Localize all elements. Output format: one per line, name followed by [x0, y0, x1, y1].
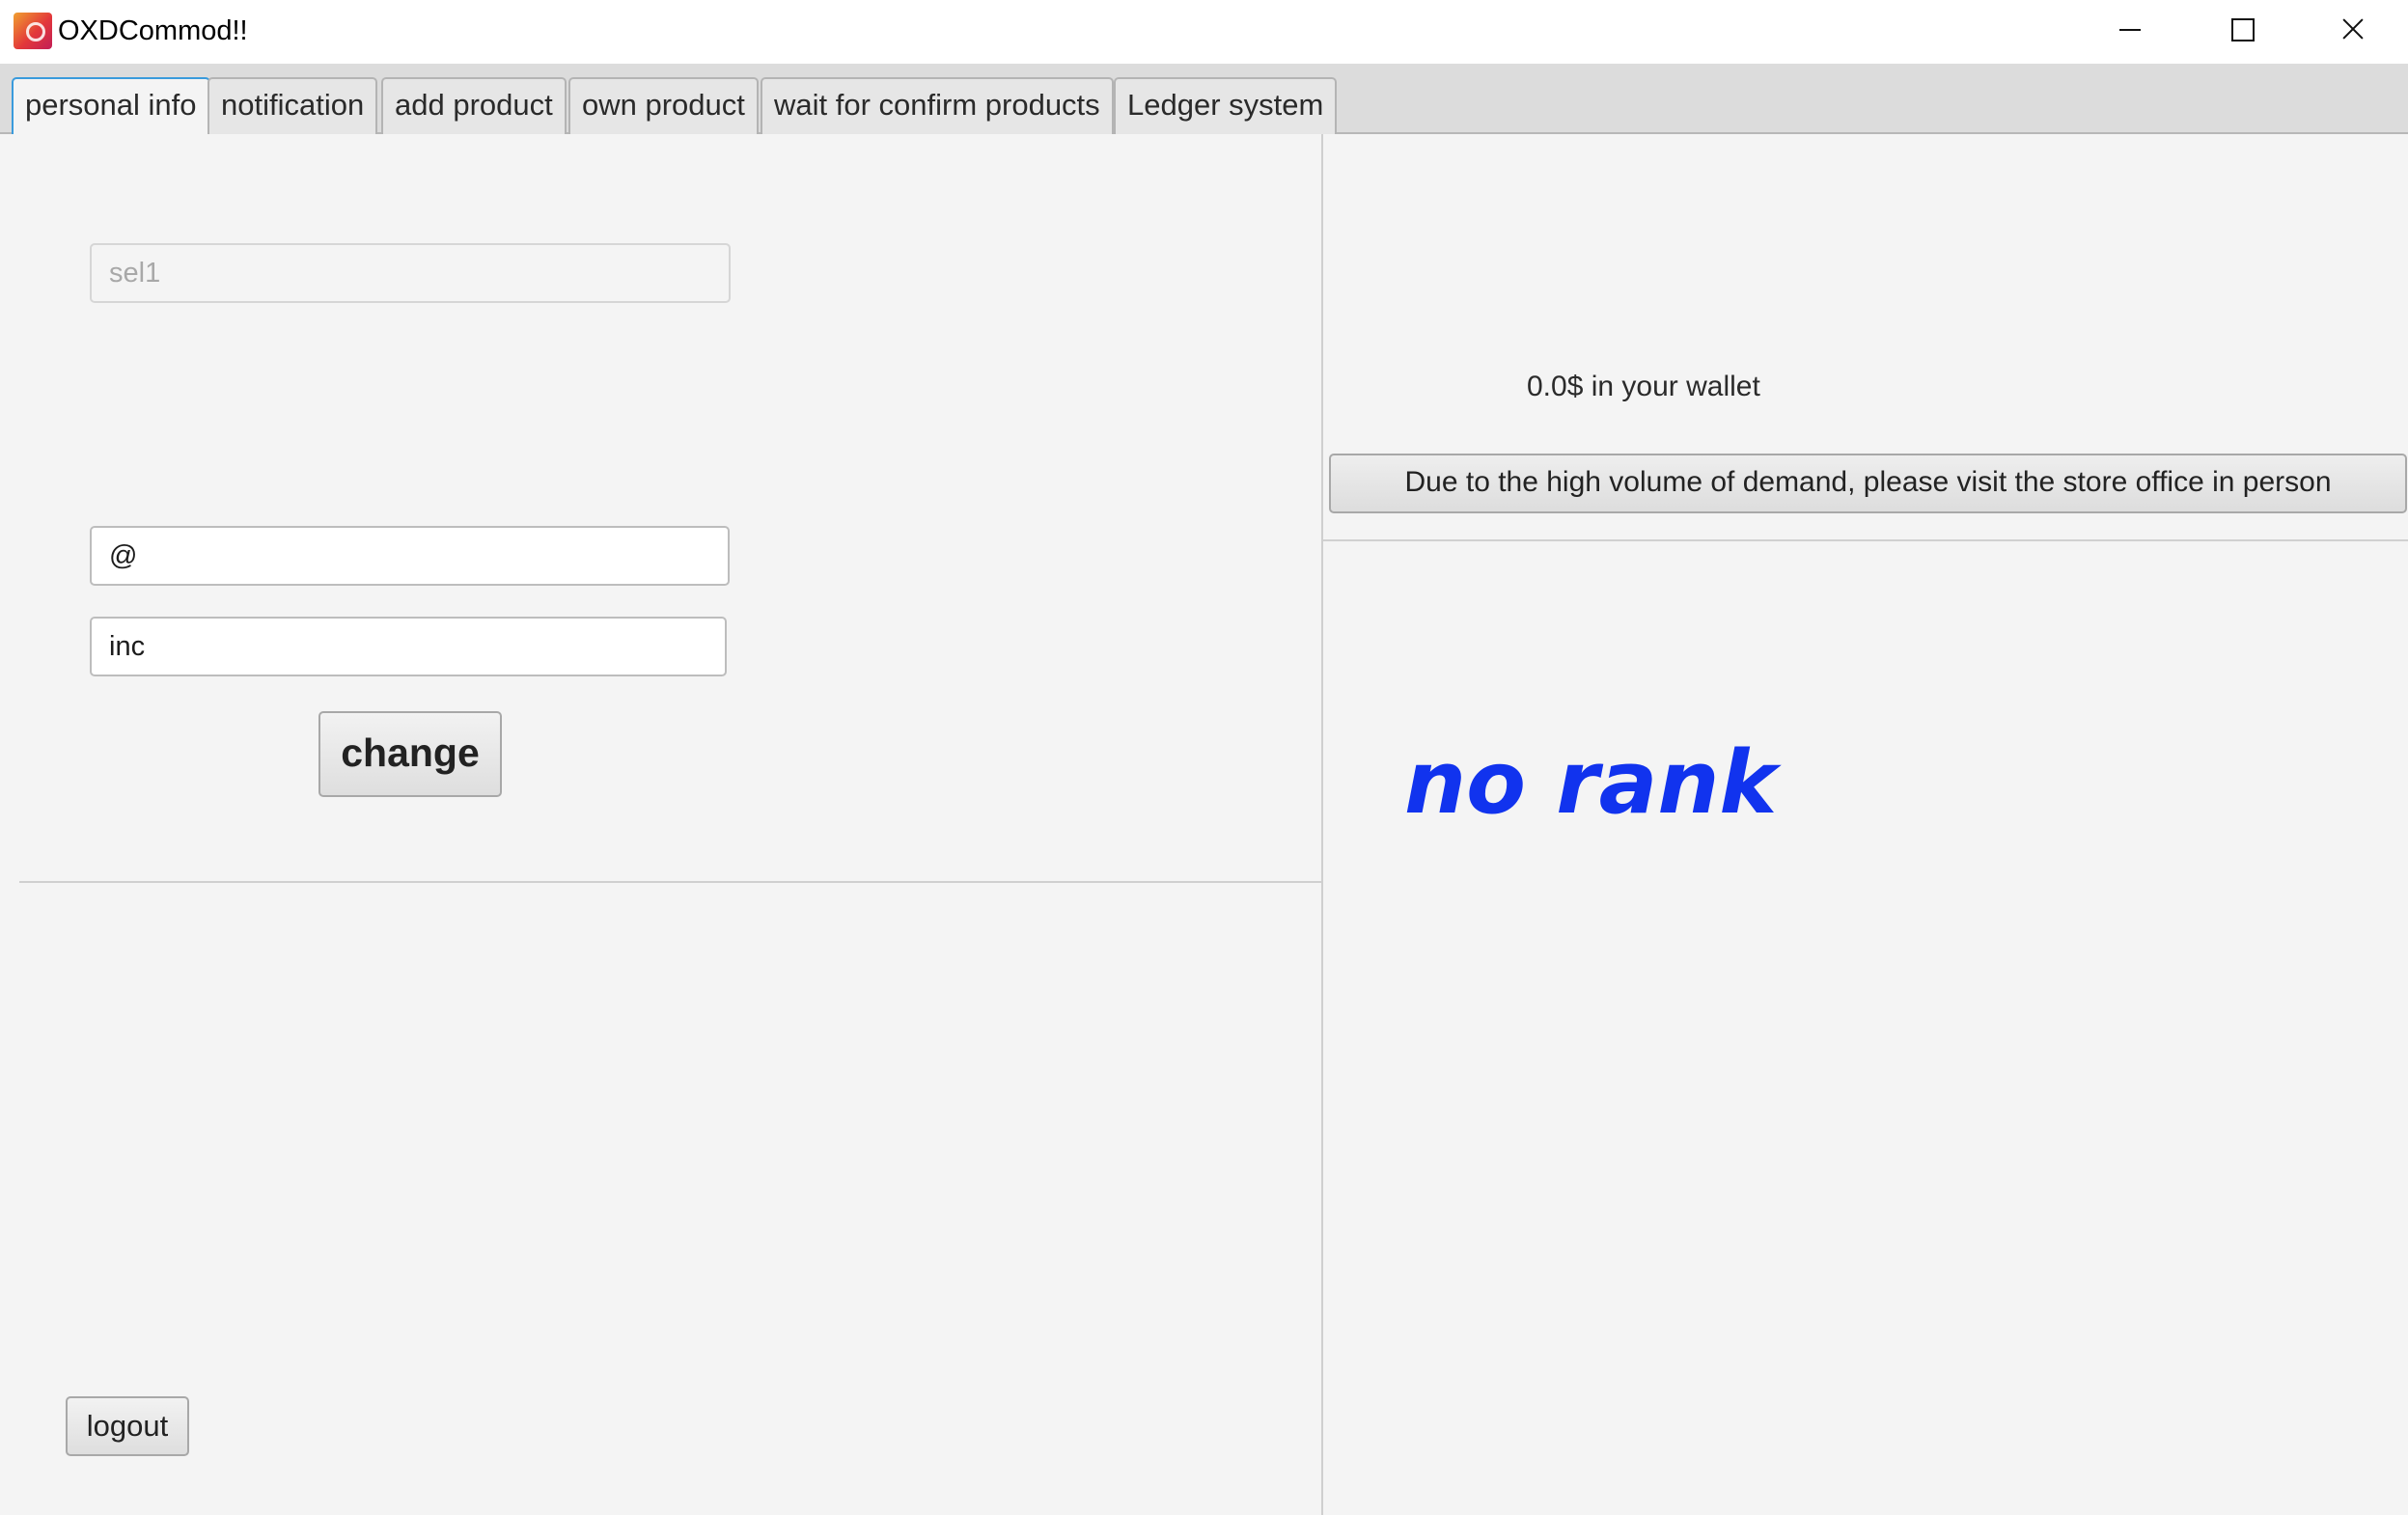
- title-bar: OXDCommod!!: [0, 0, 2408, 64]
- username-field: [90, 243, 731, 303]
- tab-own-product[interactable]: own product: [568, 77, 759, 134]
- wallet-balance: 0.0$ in your wallet: [1527, 371, 1760, 402]
- tab-content-personal-info: change logout 0.0$ in your wallet Due to…: [0, 134, 2408, 1515]
- right-horizontal-divider: [1323, 539, 2408, 541]
- minimize-icon[interactable]: [2073, 0, 2185, 60]
- app-icon: [14, 13, 52, 49]
- vertical-divider: [1321, 134, 1323, 1515]
- tab-bar: personal info notification add product o…: [0, 64, 2408, 136]
- tab-ledger-system[interactable]: Ledger system: [1114, 77, 1338, 134]
- tab-add-product[interactable]: add product: [381, 77, 567, 134]
- email-field[interactable]: [90, 526, 730, 586]
- close-icon[interactable]: [2297, 0, 2408, 60]
- left-horizontal-divider: [19, 881, 1321, 883]
- tab-wait-for-confirm-products[interactable]: wait for confirm products: [761, 77, 1114, 134]
- rank-label: no rank: [1404, 732, 1778, 834]
- store-notice-button[interactable]: Due to the high volume of demand, please…: [1329, 454, 2407, 513]
- tab-notification[interactable]: notification: [208, 77, 378, 134]
- maximize-icon[interactable]: [2185, 0, 2297, 60]
- company-field[interactable]: [90, 617, 727, 676]
- window-title: OXDCommod!!: [58, 15, 248, 46]
- change-button[interactable]: change: [318, 711, 502, 797]
- logout-button[interactable]: logout: [66, 1396, 189, 1456]
- tab-personal-info[interactable]: personal info: [12, 77, 210, 136]
